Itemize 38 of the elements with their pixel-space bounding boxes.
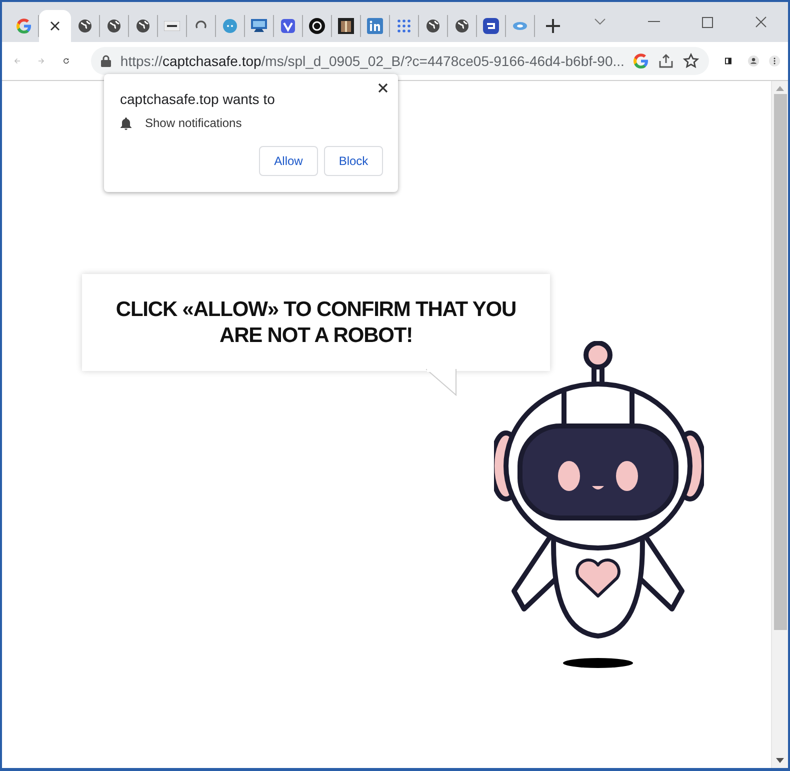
new-tab-icon[interactable]	[545, 18, 561, 34]
globe-icon	[107, 19, 121, 33]
lock-icon	[101, 55, 112, 67]
popup-button[interactable]: Allow	[259, 146, 318, 176]
scrollbar-thumb[interactable]	[774, 94, 786, 630]
permission-label: Show notifications	[145, 116, 242, 130]
scroll-down-icon[interactable]	[776, 758, 784, 764]
url-text: https://captchasafe.top/ms/spl_d_0905_02_B/?c=4478ce05-9166-46d4-b6bf-90...	[120, 53, 624, 69]
bell-icon	[120, 116, 132, 130]
popup-button[interactable]: Block	[324, 146, 383, 176]
linkedin-icon	[367, 18, 383, 34]
captcha-message: CLICK «ALLOW» TO CONFIRM THAT YOU ARE NOT A ROBOT!	[114, 296, 518, 348]
thumbnail-icon	[164, 21, 180, 31]
circle-logo-icon	[309, 18, 325, 34]
minimize-icon[interactable]	[648, 21, 660, 23]
popup-title: captchasafe.top wants to	[120, 91, 276, 107]
globe-icon	[78, 19, 92, 33]
star-icon[interactable]	[683, 53, 700, 69]
google-search-icon[interactable]	[633, 53, 650, 69]
close-icon[interactable]	[50, 21, 60, 31]
globe-icon	[136, 19, 150, 33]
close-window-icon[interactable]	[755, 16, 767, 28]
monitor-logo-icon	[250, 18, 268, 34]
chevron-down-icon[interactable]	[594, 18, 606, 26]
share-icon[interactable]	[658, 53, 674, 69]
scrollbar[interactable]	[771, 81, 788, 768]
close-icon[interactable]	[378, 83, 388, 93]
box-icon	[338, 18, 354, 34]
chat-icon	[223, 19, 237, 33]
grid-icon	[397, 19, 411, 33]
cloud-icon	[512, 21, 528, 31]
globe-icon	[426, 19, 440, 33]
globe-icon	[455, 19, 469, 33]
app-icon	[483, 18, 499, 34]
address-field[interactable]: https://captchasafe.top/ms/spl_d_0905_02_B/?c=4478ce05-9166-46d4-b6bf-90...	[91, 47, 710, 75]
google-logo-icon	[16, 18, 32, 34]
maximize-icon[interactable]	[702, 16, 713, 28]
browser-tab[interactable]	[39, 10, 71, 42]
